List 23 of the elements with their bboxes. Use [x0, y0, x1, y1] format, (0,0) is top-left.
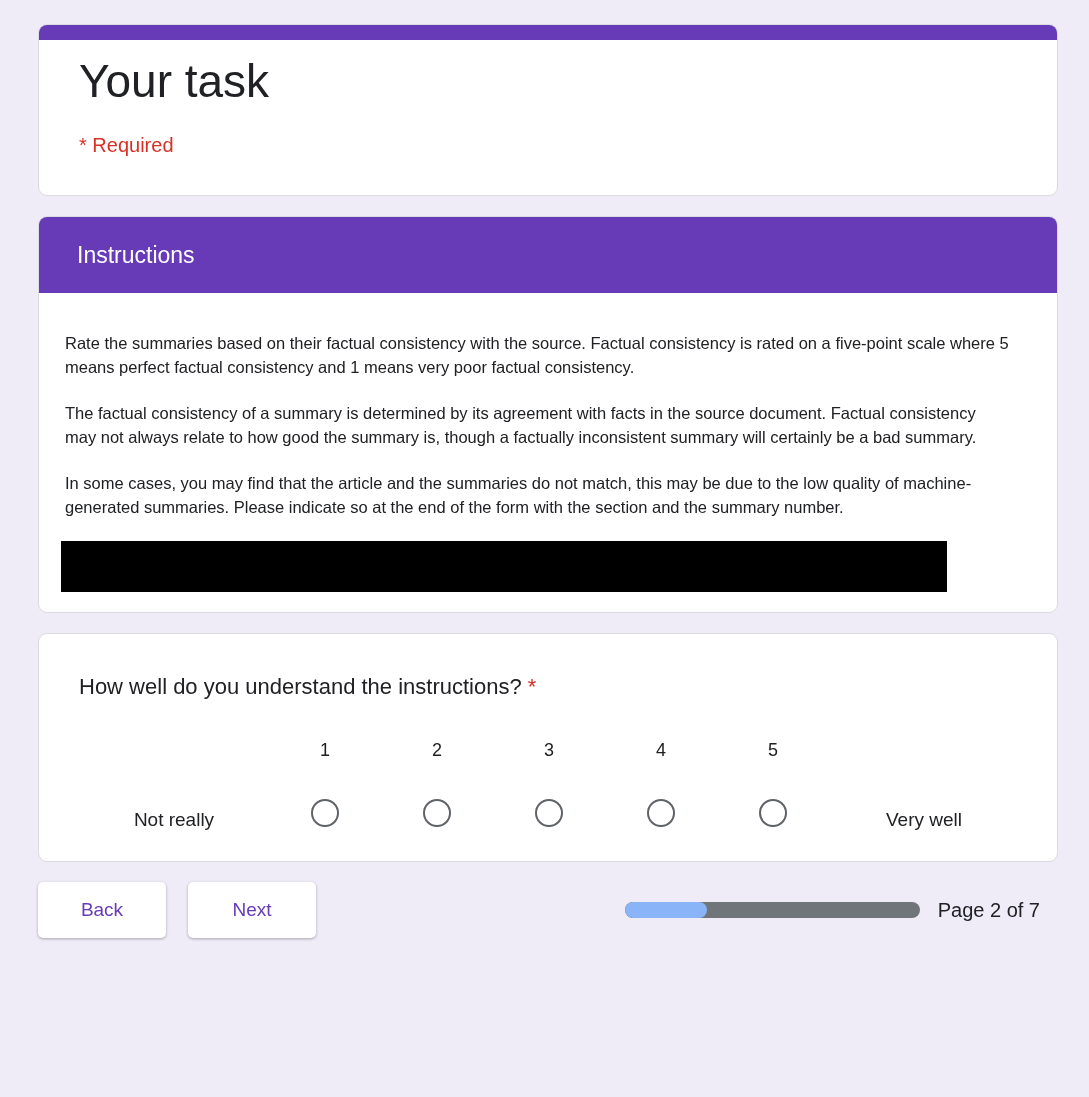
low-label: Not really: [132, 808, 216, 831]
form-title: Your task: [79, 54, 271, 108]
scale-number: 4: [655, 740, 667, 761]
radio-button[interactable]: [423, 799, 451, 827]
instruction-paragraph: The factual consistency of a summary is determined by its agreement with facts in the source document. Factual consistency may not always relate to how good the summary is, though a factually inconsistent summary will certainly be a bad summary.: [65, 403, 978, 448]
instruction-paragraph: In some cases, you may find that the article and the summaries do not match, this may be due to the low quality of machine-generated summaries. Please indicate so at the end of the form with the section and the summary number.: [65, 473, 973, 518]
radio-button[interactable]: [535, 799, 563, 827]
required-mark: *: [527, 674, 537, 699]
question-text: How well do you understand the instructions?: [79, 674, 522, 699]
high-label: Very well: [885, 808, 963, 831]
required-note: * Required: [79, 134, 175, 157]
scale-number: 5: [767, 740, 779, 761]
radio-button[interactable]: [311, 799, 339, 827]
instruction-paragraph: Rate the summaries based on their factual consistency with the source. Factual consistency is rated on a five-point scale where 5 means perfect factual consistency and 1 means very poor factual consistency.: [65, 333, 1010, 378]
radio-button[interactable]: [647, 799, 675, 827]
scale-number: 1: [319, 740, 331, 761]
page-indicator: Page 2 of 7: [937, 898, 1040, 922]
section-title: Instructions: [77, 241, 195, 269]
scale-number: 3: [543, 740, 555, 761]
scale-number: 2: [431, 740, 443, 761]
nav-button[interactable]: Back: [38, 882, 166, 938]
radio-button[interactable]: [759, 799, 787, 827]
nav-button[interactable]: Next: [188, 882, 316, 938]
